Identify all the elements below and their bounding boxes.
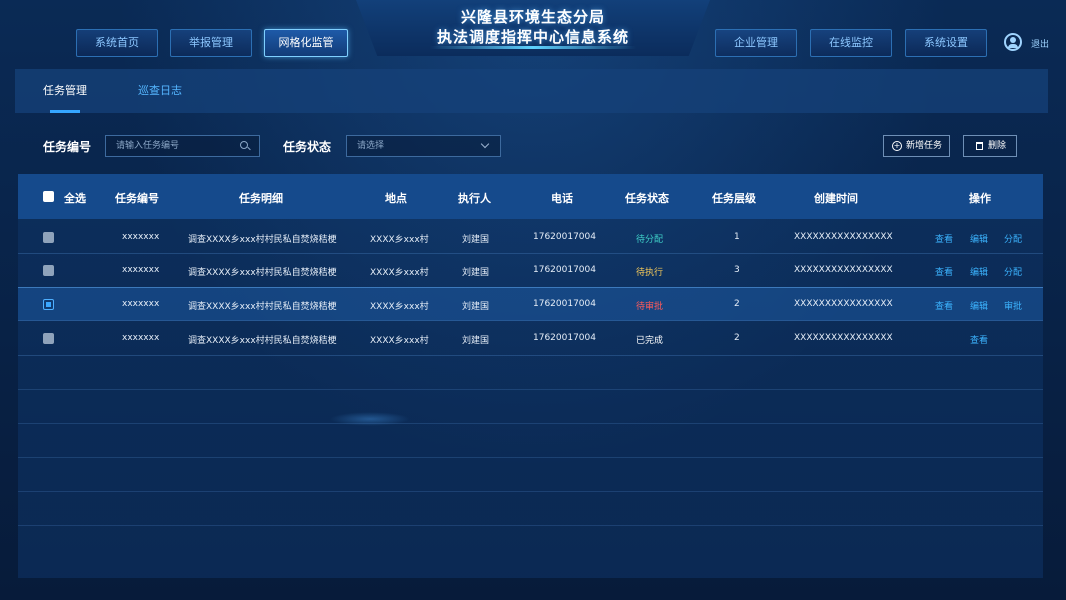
tab-patrol-log[interactable]: 巡查日志 xyxy=(138,69,182,113)
row-status: 已完成 xyxy=(636,336,664,346)
row-phone: 17620017004 xyxy=(533,232,596,242)
delete-button[interactable]: 删除 xyxy=(963,135,1017,157)
view-link[interactable]: 查看 xyxy=(970,333,988,346)
empty-row-divider xyxy=(18,491,1043,492)
edit-link[interactable]: 编辑 xyxy=(970,299,988,312)
table-header xyxy=(18,174,1043,219)
row-detail: 调查XXXX乡xxx村村民私自焚烧秸梗 xyxy=(188,235,337,245)
status-select[interactable]: 请选择 xyxy=(346,135,501,157)
row-level: 2 xyxy=(734,299,740,309)
empty-row-divider xyxy=(18,423,1043,424)
nav-online-monitor[interactable]: 在线监控 xyxy=(810,29,892,57)
edit-link[interactable]: 编辑 xyxy=(970,265,988,278)
view-link[interactable]: 查看 xyxy=(935,265,953,278)
task-no-input[interactable]: 请输入任务编号 xyxy=(105,135,260,157)
nav-grid-supervision[interactable]: 网格化监管 xyxy=(264,29,348,57)
view-link[interactable]: 查看 xyxy=(935,299,953,312)
status-label: 任务状态 xyxy=(283,140,332,154)
row-created: XXXXXXXXXXXXXXXX xyxy=(794,232,893,242)
col-phone: 电话 xyxy=(551,192,573,205)
row-checkbox-checked[interactable] xyxy=(43,299,54,310)
select-all-label: 全选 xyxy=(64,192,86,205)
plus-circle-icon: + xyxy=(892,141,902,151)
trash-icon xyxy=(976,142,983,150)
row-checkbox[interactable] xyxy=(43,232,54,243)
row-checkbox[interactable] xyxy=(43,265,54,276)
row-status: 待执行 xyxy=(636,268,664,278)
col-task-detail: 任务明细 xyxy=(239,192,283,205)
assign-link[interactable]: 分配 xyxy=(1004,265,1022,278)
nav-home[interactable]: 系统首页 xyxy=(76,29,158,57)
col-executor: 执行人 xyxy=(458,192,491,205)
row-place: XXXX乡xxx村 xyxy=(370,235,429,245)
approve-link[interactable]: 审批 xyxy=(1004,299,1022,312)
nav-enterprise[interactable]: 企业管理 xyxy=(715,29,797,57)
system-title-line2: 执法调度指挥中心信息系统 xyxy=(436,28,629,46)
row-place: XXXX乡xxx村 xyxy=(370,268,429,278)
row-place: XXXX乡xxx村 xyxy=(370,302,429,312)
row-executor: 刘建国 xyxy=(462,336,490,346)
row-status: 待分配 xyxy=(636,235,664,245)
row-status: 待审批 xyxy=(636,302,664,312)
col-level: 任务层级 xyxy=(712,192,756,205)
assign-link[interactable]: 分配 xyxy=(1004,232,1022,245)
row-created: XXXXXXXXXXXXXXXX xyxy=(794,299,893,309)
row-executor: 刘建国 xyxy=(462,235,490,245)
row-place: XXXX乡xxx村 xyxy=(370,336,429,346)
row-level: 3 xyxy=(734,265,740,275)
system-title-line1: 兴隆县环境生态分局 xyxy=(460,8,605,26)
empty-row-divider xyxy=(18,457,1043,458)
active-tab-indicator xyxy=(50,110,80,113)
tabs-bar: 任务管理 巡查日志 xyxy=(15,69,1048,113)
col-created: 创建时间 xyxy=(814,192,858,205)
select-all-checkbox[interactable] xyxy=(43,191,54,202)
row-detail: 调查XXXX乡xxx村村民私自焚烧秸梗 xyxy=(188,302,337,312)
tab-task-management[interactable]: 任务管理 xyxy=(43,69,87,113)
row-phone: 17620017004 xyxy=(533,299,596,309)
row-level: 1 xyxy=(734,232,740,242)
add-task-label: 新增任务 xyxy=(906,141,943,151)
empty-row-divider xyxy=(18,525,1043,526)
user-icon[interactable] xyxy=(1004,33,1022,51)
row-task-no: xxxxxxx xyxy=(122,333,160,343)
view-link[interactable]: 查看 xyxy=(935,232,953,245)
empty-row-divider xyxy=(18,389,1043,390)
add-task-button[interactable]: + 新增任务 xyxy=(883,135,950,157)
edit-link[interactable]: 编辑 xyxy=(970,232,988,245)
delete-label: 删除 xyxy=(988,141,1007,151)
col-status: 任务状态 xyxy=(625,192,669,205)
logout-link[interactable]: 退出 xyxy=(1031,37,1049,50)
row-executor: 刘建国 xyxy=(462,302,490,312)
row-level: 2 xyxy=(734,333,740,343)
row-detail: 调查XXXX乡xxx村村民私自焚烧秸梗 xyxy=(188,336,337,346)
app-header: 兴隆县环境生态分局 执法调度指挥中心信息系统 系统首页 举报管理 网格化监管 企… xyxy=(0,0,1066,64)
row-task-no: xxxxxxx xyxy=(122,299,160,309)
row-task-no: xxxxxxx xyxy=(122,232,160,242)
row-created: XXXXXXXXXXXXXXXX xyxy=(794,265,893,275)
row-created: XXXXXXXXXXXXXXXX xyxy=(794,333,893,343)
col-task-no: 任务编号 xyxy=(115,192,159,205)
row-checkbox[interactable] xyxy=(43,333,54,344)
nav-system-settings[interactable]: 系统设置 xyxy=(905,29,987,57)
decorative-glow xyxy=(330,412,410,426)
row-executor: 刘建国 xyxy=(462,268,490,278)
row-phone: 17620017004 xyxy=(533,265,596,275)
task-no-label: 任务编号 xyxy=(43,140,92,154)
nav-report[interactable]: 举报管理 xyxy=(170,29,252,57)
col-actions: 操作 xyxy=(969,192,991,205)
row-phone: 17620017004 xyxy=(533,333,596,343)
row-detail: 调查XXXX乡xxx村村民私自焚烧秸梗 xyxy=(188,268,337,278)
col-place: 地点 xyxy=(385,192,407,205)
search-icon[interactable] xyxy=(240,141,248,149)
row-task-no: xxxxxxx xyxy=(122,265,160,275)
